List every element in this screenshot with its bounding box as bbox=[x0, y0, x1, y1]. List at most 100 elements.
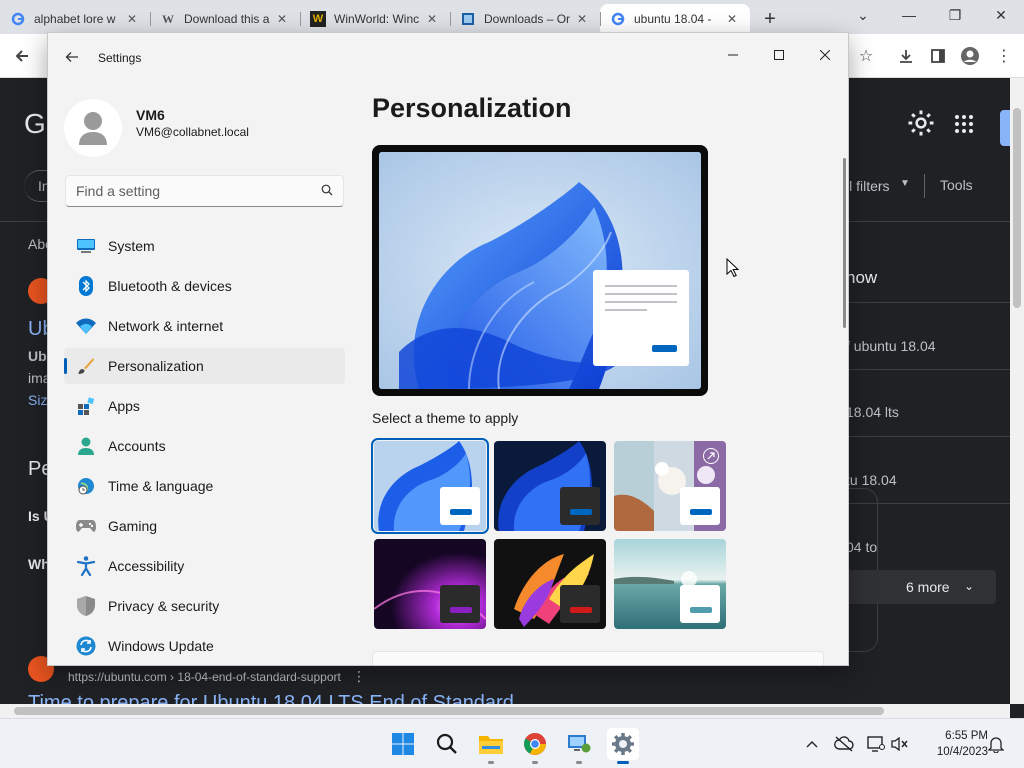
settings-scrollbar[interactable] bbox=[843, 158, 846, 328]
theme-flow[interactable] bbox=[494, 539, 606, 629]
close-icon[interactable] bbox=[802, 39, 848, 71]
search-icon[interactable] bbox=[431, 728, 463, 760]
settings-titlebar[interactable]: Settings bbox=[48, 33, 848, 81]
nav-label: Network & internet bbox=[108, 318, 224, 334]
more-options-icon[interactable]: ⋮ bbox=[352, 668, 366, 685]
mini-window-preview bbox=[560, 585, 600, 623]
close-tab-icon[interactable]: ✕ bbox=[724, 12, 740, 26]
user-name: VM6 bbox=[136, 107, 165, 123]
new-tab-button[interactable]: + bbox=[750, 4, 790, 34]
chevron-down-icon: ⌄ bbox=[964, 579, 975, 593]
theme-captured-motion[interactable] bbox=[374, 539, 486, 629]
display-icon[interactable] bbox=[866, 734, 886, 754]
related-search-1[interactable]: f ubuntu 18.04 bbox=[846, 338, 936, 354]
person-icon bbox=[76, 436, 96, 456]
speaker-muted-icon[interactable] bbox=[890, 734, 910, 754]
close-tab-icon[interactable]: ✕ bbox=[124, 12, 140, 26]
tab-search-icon[interactable]: ⌄ bbox=[840, 0, 886, 30]
start-icon[interactable] bbox=[387, 728, 419, 760]
browser-tab-5[interactable]: ubuntu 18.04 - ✕ bbox=[600, 4, 750, 34]
theme-sunrise[interactable] bbox=[614, 539, 726, 629]
tools-button[interactable]: Tools bbox=[940, 177, 973, 193]
clock-time: 6:55 PM bbox=[945, 730, 988, 742]
divider bbox=[846, 369, 1010, 370]
result-bold-text: Ub bbox=[28, 348, 47, 364]
search-input[interactable] bbox=[76, 183, 321, 199]
nav-item-windows-update[interactable]: Windows Update bbox=[64, 628, 345, 664]
theme-glow[interactable] bbox=[614, 441, 726, 531]
nav-item-accounts[interactable]: Accounts bbox=[64, 428, 345, 464]
file-explorer-icon[interactable] bbox=[475, 728, 507, 764]
horizontal-scrollbar[interactable] bbox=[0, 704, 1010, 718]
apps-icon bbox=[76, 396, 96, 416]
theme-windows-dark[interactable] bbox=[494, 441, 606, 531]
gamepad-icon bbox=[76, 516, 96, 536]
settings-gear-icon[interactable] bbox=[906, 108, 936, 138]
chevron-down-icon: ▼ bbox=[900, 178, 910, 189]
browser-tab-3[interactable]: W WinWorld: Winc ✕ bbox=[300, 4, 450, 34]
close-tab-icon[interactable]: ✕ bbox=[574, 12, 590, 26]
oracle-icon bbox=[460, 11, 476, 27]
related-search-2[interactable]: 18.04 lts bbox=[846, 404, 899, 420]
nav-item-accessibility[interactable]: Accessibility bbox=[64, 548, 345, 584]
nav-item-time-language[interactable]: Time & language bbox=[64, 468, 345, 504]
notification-bell-icon[interactable] bbox=[986, 734, 1006, 754]
settings-icon[interactable] bbox=[607, 728, 639, 764]
cloud-sync-off-icon[interactable] bbox=[834, 734, 854, 754]
nav-item-gaming[interactable]: Gaming bbox=[64, 508, 345, 544]
settings-window: Settings VM6 VM6@collabnet.local System bbox=[47, 32, 849, 666]
nav-item-privacy-security[interactable]: Privacy & security bbox=[64, 588, 345, 624]
related-search-3[interactable]: tu 18.04 bbox=[846, 472, 897, 488]
restore-icon[interactable]: ❐ bbox=[932, 0, 978, 30]
minimize-icon[interactable] bbox=[710, 39, 756, 71]
sign-in-button[interactable] bbox=[1000, 110, 1010, 146]
minimize-icon[interactable]: — bbox=[886, 0, 932, 30]
all-filters-button[interactable]: ll filters bbox=[846, 178, 890, 194]
menu-dots-icon[interactable]: ⋮ bbox=[992, 44, 1016, 68]
chevron-up-icon[interactable] bbox=[802, 734, 822, 754]
chrome-icon[interactable] bbox=[519, 728, 551, 764]
result-url[interactable]: https://ubuntu.com › 18-04-end-of-standa… bbox=[68, 670, 341, 684]
side-panel-icon[interactable] bbox=[926, 44, 950, 68]
browser-tab-strip: alphabet lore w ✕ W Download this a ✕ W … bbox=[0, 0, 1024, 34]
maximize-icon[interactable] bbox=[756, 39, 802, 71]
close-icon[interactable]: ✕ bbox=[978, 0, 1024, 30]
close-tab-icon[interactable]: ✕ bbox=[274, 12, 290, 26]
close-tab-icon[interactable]: ✕ bbox=[424, 12, 440, 26]
browser-tab-2[interactable]: W Download this a ✕ bbox=[150, 4, 300, 34]
nav-item-system[interactable]: System bbox=[64, 228, 345, 264]
nav-item-bluetooth-devices[interactable]: Bluetooth & devices bbox=[64, 268, 345, 304]
nav-label: System bbox=[108, 238, 155, 254]
back-arrow-icon[interactable] bbox=[10, 44, 34, 68]
divider bbox=[846, 302, 1010, 303]
remote-desktop-icon[interactable] bbox=[563, 728, 595, 764]
search-icon[interactable] bbox=[321, 184, 333, 199]
result-size-link[interactable]: Siz bbox=[28, 392, 47, 408]
apps-grid-icon[interactable] bbox=[954, 114, 974, 137]
update-icon bbox=[76, 636, 96, 656]
vertical-scrollbar[interactable] bbox=[1010, 78, 1024, 704]
settings-card[interactable] bbox=[372, 651, 824, 665]
theme-windows-light[interactable] bbox=[371, 438, 489, 534]
browser-tab-1[interactable]: alphabet lore w ✕ bbox=[0, 4, 150, 34]
result-title[interactable]: Time to prepare for Ubuntu 18.04 LTS End… bbox=[28, 692, 514, 704]
browser-tab-4[interactable]: Downloads – Or ✕ bbox=[450, 4, 600, 34]
bookmark-star-icon[interactable]: ☆ bbox=[854, 44, 878, 68]
side-panel-heading: now bbox=[846, 268, 878, 287]
nav-label: Accounts bbox=[108, 438, 166, 454]
wifi-icon bbox=[76, 316, 96, 336]
nav-item-personalization[interactable]: Personalization bbox=[64, 348, 345, 384]
paintbrush-icon bbox=[76, 356, 96, 376]
back-arrow-icon[interactable] bbox=[62, 47, 82, 67]
system-clock[interactable]: 6:55 PM 10/4/2023 bbox=[937, 728, 988, 760]
browser-tab-title: Download this a bbox=[184, 12, 270, 26]
avatar[interactable] bbox=[64, 99, 122, 157]
more-button[interactable]: 6 more ⌄ bbox=[846, 570, 996, 604]
browser-tab-title: WinWorld: Winc bbox=[334, 12, 420, 26]
slideshow-badge-icon bbox=[703, 448, 719, 464]
nav-item-network-internet[interactable]: Network & internet bbox=[64, 308, 345, 344]
nav-label: Bluetooth & devices bbox=[108, 278, 232, 294]
download-icon[interactable] bbox=[894, 44, 918, 68]
nav-item-apps[interactable]: Apps bbox=[64, 388, 345, 424]
profile-icon[interactable] bbox=[958, 44, 982, 68]
